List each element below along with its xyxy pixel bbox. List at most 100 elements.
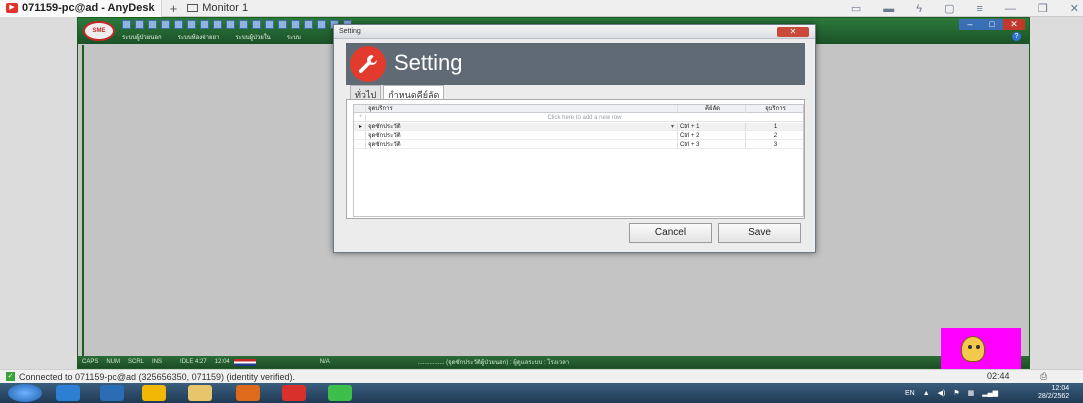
toolbar-icon[interactable] <box>317 20 326 29</box>
table-row[interactable]: ▸ จุดซักประวัติ ▾ Ctrl + 1 1 <box>354 123 803 131</box>
table-row[interactable]: จุดซักประวัติ Ctrl + 2 2 <box>354 132 803 140</box>
menu-icon[interactable]: ≡ <box>976 3 982 15</box>
cancel-button[interactable]: Cancel <box>629 223 712 243</box>
cell-shortcut[interactable]: Ctrl + 2 <box>678 132 746 140</box>
language-indicator[interactable]: EN <box>905 390 915 397</box>
save-button[interactable]: Save <box>718 223 801 243</box>
monitor-label: Monitor 1 <box>202 2 249 14</box>
wrench-icon <box>350 46 386 82</box>
app-maximize-button[interactable]: □ <box>981 19 1003 30</box>
column-header-order[interactable]: จุบริการ <box>746 105 803 113</box>
network-icon[interactable]: ▦ <box>968 389 975 397</box>
toolbar-icon[interactable] <box>200 20 209 29</box>
dialog-close-button[interactable]: ✕ <box>777 27 809 37</box>
minimize-icon[interactable]: — <box>1005 3 1016 15</box>
internet-explorer-icon[interactable] <box>56 385 80 401</box>
action-center-icon[interactable]: ⚑ <box>953 389 959 397</box>
shortcut-tab-panel: จุดบริการ คีย์ลัด จุบริการ * Click here … <box>346 99 805 219</box>
cell-shortcut[interactable]: Ctrl + 3 <box>678 141 746 149</box>
dropdown-arrow-icon[interactable]: ▾ <box>671 123 674 131</box>
tray-expand-icon[interactable]: ▲ <box>923 390 930 397</box>
file-explorer-icon[interactable] <box>188 385 212 401</box>
firefox-icon[interactable] <box>236 385 260 401</box>
app-toolbar-icons <box>122 20 352 29</box>
status-time: 12:04 <box>214 359 230 365</box>
row-indicator <box>354 141 366 149</box>
volume-icon[interactable]: ◀) <box>938 389 946 397</box>
toolbar-icon[interactable] <box>291 20 300 29</box>
chrome-icon[interactable] <box>142 385 166 401</box>
new-tab-button[interactable]: + <box>170 1 178 16</box>
toolbar-icon[interactable] <box>187 20 196 29</box>
toolbar-icon[interactable] <box>161 20 170 29</box>
toolbar-icon[interactable] <box>135 20 144 29</box>
taskbar-clock[interactable]: 12:04 28/2/2562 <box>1038 385 1069 401</box>
mascot-image <box>941 328 1021 369</box>
clock-time: 12:04 <box>1051 385 1070 392</box>
monitor-icon <box>187 4 199 12</box>
menu-outpatient[interactable]: ระบบผู้ป่วยนอก <box>122 32 162 42</box>
close-icon[interactable]: ✕ <box>1070 2 1079 15</box>
toolbar-icon[interactable] <box>278 20 287 29</box>
app-logo: SME <box>83 21 115 41</box>
actions-icon[interactable]: ϟ <box>916 3 922 15</box>
ins-indicator: INS <box>152 359 163 365</box>
toolbar-icon[interactable] <box>174 20 183 29</box>
anydesk-taskbar-icon[interactable] <box>282 385 306 401</box>
flag-icon <box>233 358 256 366</box>
status-na: N/A <box>319 359 330 365</box>
app-minimize-button[interactable]: – <box>959 19 981 30</box>
restore-icon[interactable]: ❐ <box>1038 2 1048 15</box>
toolbar-icon[interactable] <box>265 20 274 29</box>
app-window-controls: – □ ✕ <box>959 19 1025 30</box>
start-button[interactable] <box>8 384 42 402</box>
toolbar-icon[interactable] <box>252 20 261 29</box>
print-icon[interactable]: ⎙ <box>1040 371 1047 382</box>
signal-icon[interactable]: ▂▄▆ <box>982 389 998 397</box>
cell-service[interactable]: จุดซักประวัติ <box>366 132 678 140</box>
app-close-button[interactable]: ✕ <box>1003 19 1025 30</box>
keyboard-icon[interactable]: ▬ <box>883 3 894 15</box>
cell-order[interactable]: 2 <box>746 132 803 140</box>
cell-service-text: จุดซักประวัติ <box>368 124 401 130</box>
shortcut-grid[interactable]: จุดบริการ คีย์ลัด จุบริการ * Click here … <box>353 104 804 217</box>
grid-header-indicator <box>354 105 366 113</box>
line-icon[interactable] <box>328 385 352 401</box>
toolbar-icon[interactable] <box>213 20 222 29</box>
toolbar-icon[interactable] <box>239 20 248 29</box>
new-row[interactable]: * Click here to add a new row <box>354 114 803 122</box>
column-header-shortcut[interactable]: คีย์ลัด <box>678 105 746 113</box>
column-header-service[interactable]: จุดบริการ <box>366 105 678 113</box>
table-row[interactable]: จุดซักประวัติ Ctrl + 3 3 <box>354 141 803 149</box>
monitor-selector[interactable]: Monitor 1 <box>187 2 248 14</box>
status-info: ................ (จุดซักประวัติผู้ป่วยนอ… <box>417 360 570 366</box>
menu-more[interactable]: ระบบ <box>287 32 301 42</box>
dialog-titlebar[interactable]: Setting <box>334 25 815 39</box>
app-status-bar: CAPS NUM SCRL INS IDLE 4:27 12:04 N/A ..… <box>78 356 1029 368</box>
dialog-heading: Setting <box>394 50 463 75</box>
cell-order[interactable]: 3 <box>746 141 803 149</box>
num-indicator: NUM <box>106 359 121 365</box>
cell-shortcut[interactable]: Ctrl + 1 <box>678 123 746 131</box>
anydesk-toolbar: ▭ ▬ ϟ ▢ ≡ — ❐ ✕ <box>851 0 1079 17</box>
menu-inpatient[interactable]: ระบบผู้ป่วยใน <box>235 32 270 42</box>
row-indicator <box>354 132 366 140</box>
toolbar-icon[interactable] <box>122 20 131 29</box>
anydesk-tab-bar: ▶ 071159-pc@ad - AnyDesk + Monitor 1 ▭ ▬… <box>0 0 1083 17</box>
anydesk-session-tab[interactable]: ▶ 071159-pc@ad - AnyDesk <box>0 0 162 17</box>
menu-pharmacy[interactable]: ระบบห้องจ่ายยา <box>178 32 220 42</box>
toolbar-icon[interactable] <box>148 20 157 29</box>
scrl-indicator: SCRL <box>128 359 145 365</box>
chat-icon[interactable]: ▢ <box>944 2 954 15</box>
cell-service[interactable]: จุดซักประวัติ <box>366 141 678 149</box>
verified-check-icon: ✓ <box>6 372 15 381</box>
cell-order[interactable]: 1 <box>746 123 803 131</box>
toolbar-icon[interactable] <box>304 20 313 29</box>
display-icon[interactable]: ▭ <box>851 2 861 15</box>
app-menu: ระบบผู้ป่วยนอก ระบบห้องจ่ายยา ระบบผู้ป่ว… <box>122 32 301 42</box>
help-icon[interactable]: ? <box>1012 32 1021 41</box>
anydesk-status-bar: ✓ Connected to 071159-pc@ad (325656350, … <box>0 369 1083 383</box>
toolbar-icon[interactable] <box>226 20 235 29</box>
media-player-icon[interactable] <box>100 385 124 401</box>
cell-service[interactable]: จุดซักประวัติ ▾ <box>366 123 678 131</box>
